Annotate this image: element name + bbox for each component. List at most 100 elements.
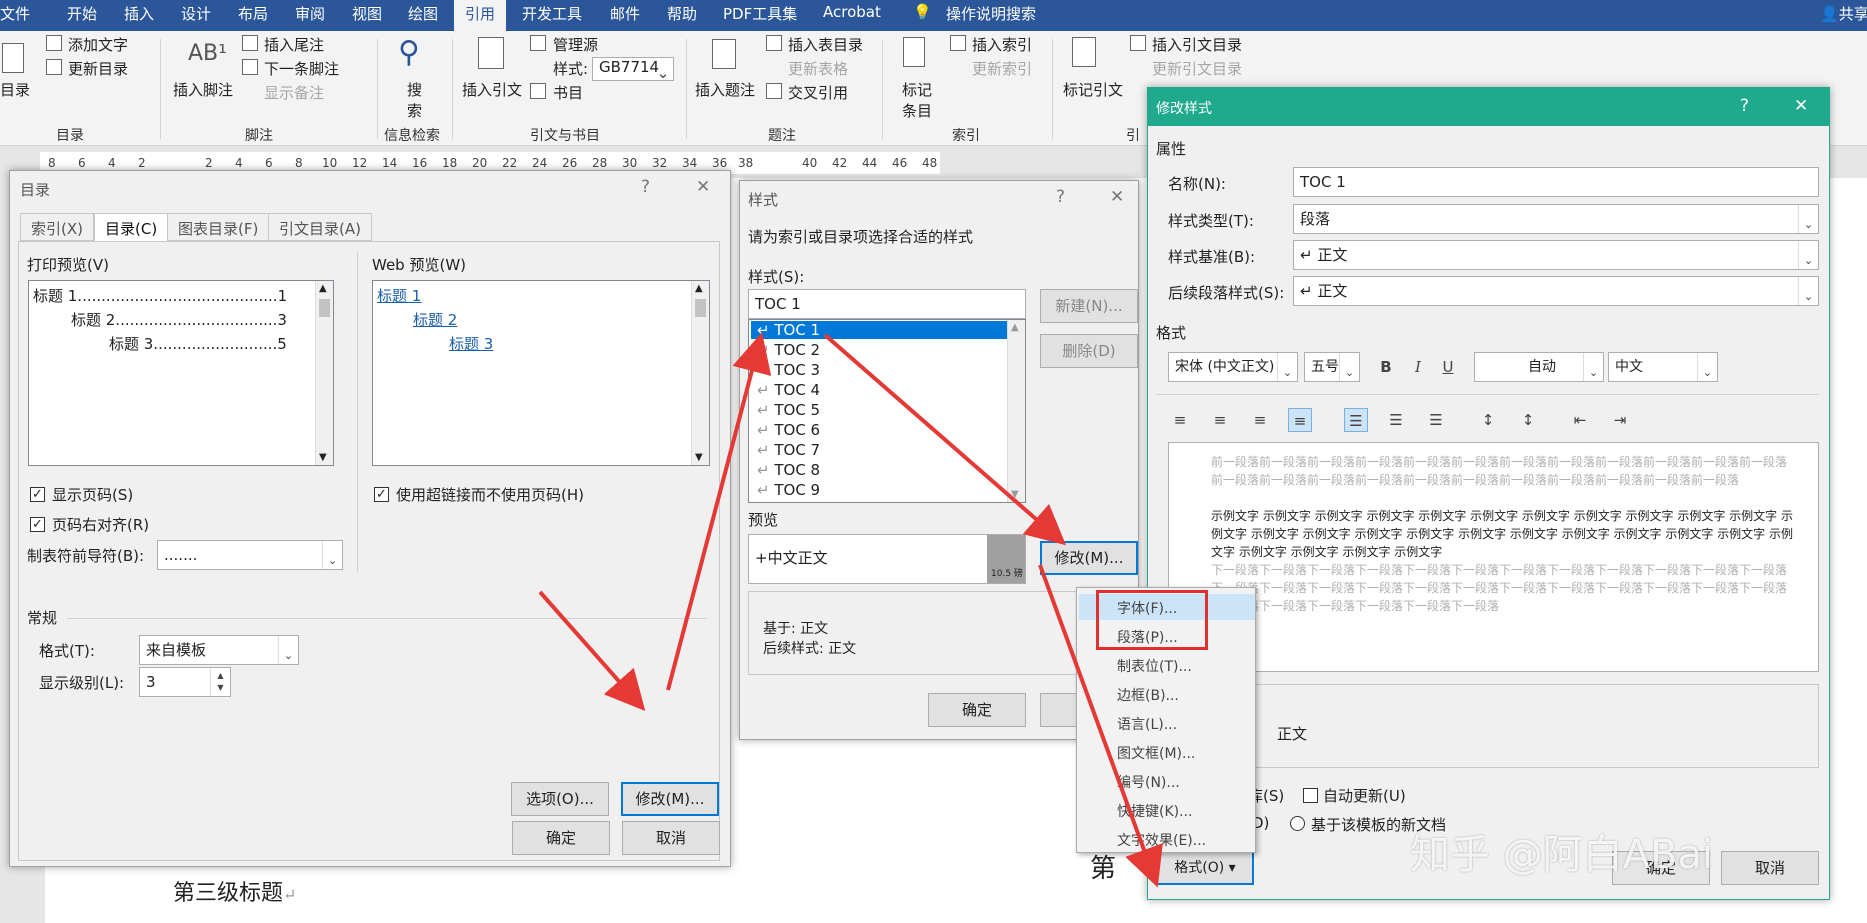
help-icon[interactable]: ? xyxy=(1740,96,1749,116)
formats-select[interactable]: 来自模板 ⌄ xyxy=(139,635,299,665)
tab-view[interactable]: 视图 xyxy=(352,3,382,24)
cancel-button[interactable]: 取消 xyxy=(622,821,720,855)
menu-item-frame[interactable]: 图文框(M)... xyxy=(1117,743,1195,763)
auto-update-checkbox[interactable] xyxy=(1303,788,1318,803)
list-item[interactable]: ↵ TOC 9 xyxy=(757,481,820,499)
show-page-numbers-checkbox[interactable]: ✓ xyxy=(30,487,45,502)
update-toc-button[interactable]: 更新目录 xyxy=(68,58,128,79)
mark-entry-button[interactable]: 标记条目 xyxy=(902,79,934,121)
style-based-on-select[interactable]: ↵ 正文 ⌄ xyxy=(1293,240,1819,270)
citation-style-select[interactable]: GB7714 ⌄ xyxy=(592,57,674,81)
insert-footnote-button[interactable]: 插入脚注 xyxy=(173,79,233,100)
insert-toa-button[interactable]: 插入引文目录 xyxy=(1152,34,1242,55)
menu-item-language[interactable]: 语言(L)... xyxy=(1117,714,1177,734)
align-left-icon[interactable]: ≡ xyxy=(1168,408,1192,432)
update-index-button[interactable]: 更新索引 xyxy=(972,58,1032,79)
ok-button[interactable]: 确定 xyxy=(928,693,1026,727)
web-preview-link[interactable]: 标题 3 xyxy=(449,333,493,354)
help-icon[interactable]: ? xyxy=(1056,187,1065,207)
styles-list[interactable]: ↵ TOC 1 ↵ TOC 2 ↵ TOC 3 ↵ TOC 4 ↵ TOC 5 … xyxy=(748,319,1026,503)
doc-heading-partial[interactable]: 第 xyxy=(1090,848,1116,885)
align-center-icon[interactable]: ≡ xyxy=(1208,408,1232,432)
scrollbar[interactable]: ▲ ▼ xyxy=(691,281,709,465)
menu-item-shortcut-key[interactable]: 快捷键(K)... xyxy=(1117,801,1192,821)
list-item[interactable]: ↵ TOC 3 xyxy=(757,361,820,379)
tab-design[interactable]: 设计 xyxy=(181,3,211,24)
cross-reference-button[interactable]: 交叉引用 xyxy=(788,82,848,103)
menu-item-text-effects[interactable]: 文字效果(E)... xyxy=(1117,830,1206,850)
decrease-indent-icon[interactable]: ⇤ xyxy=(1568,408,1592,432)
tab-home[interactable]: 开始 xyxy=(67,3,97,24)
update-table-button[interactable]: 更新表格 xyxy=(788,58,848,79)
increase-indent-icon[interactable]: ⇥ xyxy=(1608,408,1632,432)
list-item[interactable]: ↵ TOC 7 xyxy=(757,441,820,459)
tab-draw[interactable]: 绘图 xyxy=(408,3,438,24)
italic-button[interactable]: I xyxy=(1406,355,1430,379)
tab-acrobat[interactable]: Acrobat xyxy=(823,3,881,21)
modify-button[interactable]: 修改(M)... xyxy=(1040,541,1138,575)
web-preview-link[interactable]: 标题 2 xyxy=(413,309,457,330)
mark-citation-button[interactable]: 标记引文 xyxy=(1063,79,1123,100)
new-documents-radio[interactable] xyxy=(1290,816,1305,831)
right-align-checkbox[interactable]: ✓ xyxy=(30,517,45,532)
list-item[interactable]: ↵ TOC 5 xyxy=(757,401,820,419)
decrease-spacing-icon[interactable]: ↕ xyxy=(1516,408,1540,432)
insert-citation-button[interactable]: 插入引文 xyxy=(462,79,522,100)
list-item[interactable]: ↵ TOC 1 xyxy=(751,321,1007,339)
share-button[interactable]: 👤共享 xyxy=(1820,3,1867,24)
modify-button[interactable]: 修改(M)... xyxy=(621,782,719,816)
manage-sources-button[interactable]: 管理源 xyxy=(553,34,598,55)
menu-item-tabs[interactable]: 制表位(T)... xyxy=(1117,656,1192,676)
font-size-select[interactable]: 五号 ⌄ xyxy=(1304,352,1360,382)
list-item[interactable]: ↵ TOC 2 xyxy=(757,341,820,359)
tab-pdf-tools[interactable]: PDF工具集 xyxy=(723,3,797,24)
align-right-icon[interactable]: ≡ xyxy=(1248,408,1272,432)
search-button[interactable]: 搜索 xyxy=(407,79,423,121)
update-toa-button[interactable]: 更新引文目录 xyxy=(1152,58,1242,79)
menu-item-numbering[interactable]: 编号(N)... xyxy=(1117,772,1180,792)
help-icon[interactable]: ? xyxy=(641,177,650,197)
insert-endnote-button[interactable]: 插入尾注 xyxy=(264,34,324,55)
font-color-select[interactable]: 自动 ⌄ xyxy=(1474,352,1604,382)
tab-mailings[interactable]: 邮件 xyxy=(610,3,640,24)
scrollbar[interactable]: ▲ ▼ xyxy=(315,281,333,465)
list-item[interactable]: ↵ TOC 8 xyxy=(757,461,820,479)
single-spacing-icon[interactable]: ☰ xyxy=(1344,408,1368,432)
delete-button[interactable]: 删除(D) xyxy=(1040,334,1138,368)
increase-spacing-icon[interactable]: ↕ xyxy=(1476,408,1500,432)
tab-toc[interactable]: 目录(C) xyxy=(94,213,169,243)
cancel-button[interactable]: 取消 xyxy=(1721,851,1819,885)
tab-table-of-authorities[interactable]: 引文目录(A) xyxy=(268,213,372,241)
show-notes-button[interactable]: 显示备注 xyxy=(264,82,324,103)
close-icon[interactable]: ✕ xyxy=(696,177,710,197)
font-select[interactable]: 宋体 (中文正文) ⌄ xyxy=(1168,352,1298,382)
tab-file[interactable]: 文件 xyxy=(0,3,30,24)
tab-help[interactable]: 帮助 xyxy=(667,3,697,24)
double-spacing-icon[interactable]: ☰ xyxy=(1424,408,1448,432)
new-button[interactable]: 新建(N)... xyxy=(1040,289,1138,323)
tab-review[interactable]: 审阅 xyxy=(295,3,325,24)
tab-insert[interactable]: 插入 xyxy=(124,3,154,24)
show-levels-stepper[interactable]: 3 ▲ ▼ xyxy=(139,667,231,697)
tab-developer[interactable]: 开发工具 xyxy=(522,3,582,24)
options-button[interactable]: 选项(O)... xyxy=(511,782,609,816)
tab-references[interactable]: 引用 xyxy=(454,0,507,31)
insert-index-button[interactable]: 插入索引 xyxy=(972,34,1032,55)
language-select[interactable]: 中文 ⌄ xyxy=(1608,352,1718,382)
close-icon[interactable]: ✕ xyxy=(1110,187,1124,207)
tab-table-of-figures[interactable]: 图表目录(F) xyxy=(167,213,270,241)
list-item[interactable]: ↵ TOC 6 xyxy=(757,421,820,439)
following-style-select[interactable]: ↵ 正文 ⌄ xyxy=(1293,276,1819,306)
toc-button[interactable]: 目录 xyxy=(0,79,30,100)
next-footnote-button[interactable]: 下一条脚注 xyxy=(264,58,339,79)
menu-item-border[interactable]: 边框(B)... xyxy=(1117,685,1179,705)
style-name-input[interactable]: TOC 1 xyxy=(748,289,1026,319)
tell-me-search[interactable]: 操作说明搜索 xyxy=(946,3,1036,24)
insert-caption-button[interactable]: 插入题注 xyxy=(695,79,755,100)
style-name-field[interactable]: TOC 1 xyxy=(1293,167,1819,197)
underline-button[interactable]: U xyxy=(1436,355,1460,379)
style-type-select[interactable]: 段落 ⌄ xyxy=(1293,204,1819,234)
doc-heading-3[interactable]: 第三级标题↵ xyxy=(173,875,296,907)
web-preview-link[interactable]: 标题 1 xyxy=(377,285,421,306)
format-menu-button[interactable]: 格式(O) ▾ xyxy=(1156,851,1254,885)
